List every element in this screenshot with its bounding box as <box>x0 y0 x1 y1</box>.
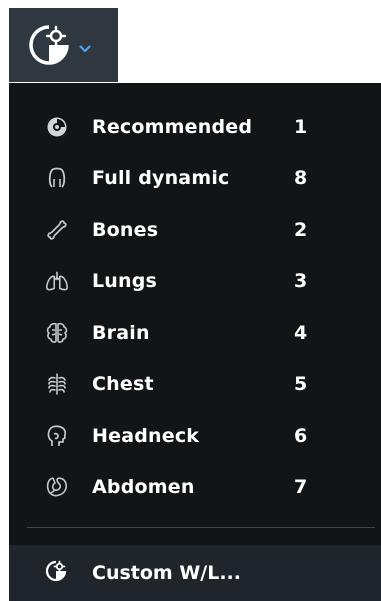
menu-item-label: Recommended <box>92 115 253 138</box>
menu-item-abdomen[interactable]: Abdomen 7 <box>9 462 381 514</box>
menu-item-chest[interactable]: Chest 5 <box>9 359 381 411</box>
menu-item-label: Headneck <box>92 424 200 447</box>
full-dynamic-icon <box>45 166 69 190</box>
menu-item-label: Brain <box>92 321 150 344</box>
menu-item-shortcut: 7 <box>294 476 308 499</box>
menu-item-headneck[interactable]: Headneck 6 <box>9 410 381 462</box>
abdomen-icon <box>45 475 69 499</box>
menu-item-shortcut: 4 <box>294 321 308 344</box>
menu-item-label: Bones <box>92 218 159 241</box>
recommended-icon <box>45 115 69 139</box>
menu-item-brain[interactable]: Brain 4 <box>9 307 381 359</box>
custom-window-level-icon <box>45 560 67 586</box>
menu-item-shortcut: 5 <box>294 373 308 396</box>
chevron-down-icon[interactable] <box>79 45 91 53</box>
window-level-toolbar-button[interactable] <box>9 8 118 82</box>
menu-item-label: Chest <box>92 373 154 396</box>
menu-item-label: Full dynamic <box>92 167 230 190</box>
chest-icon <box>45 372 69 396</box>
headneck-icon <box>45 424 69 448</box>
menu-item-label: Custom W/L... <box>92 562 241 584</box>
menu-item-full-dynamic[interactable]: Full dynamic 8 <box>9 153 381 205</box>
menu-divider <box>27 527 375 528</box>
menu-item-shortcut: 2 <box>294 218 308 241</box>
menu-item-custom-window-level[interactable]: Custom W/L... <box>9 545 381 601</box>
bone-icon <box>45 218 69 242</box>
window-level-icon <box>27 23 71 67</box>
menu-item-recommended[interactable]: Recommended 1 <box>9 101 381 153</box>
brain-icon <box>45 321 69 345</box>
menu-item-label: Abdomen <box>92 476 195 499</box>
menu-item-label: Lungs <box>92 270 158 293</box>
menu-item-shortcut: 8 <box>294 167 308 190</box>
menu-item-shortcut: 3 <box>294 270 308 293</box>
menu-item-bones[interactable]: Bones 2 <box>9 204 381 256</box>
menu-item-shortcut: 6 <box>294 424 308 447</box>
menu-item-shortcut: 1 <box>294 115 308 138</box>
lungs-icon <box>45 269 69 293</box>
window-level-preset-menu: Recommended 1 Full dynamic 8 Bones 2 Lun… <box>9 83 381 601</box>
menu-item-lungs[interactable]: Lungs 3 <box>9 256 381 308</box>
